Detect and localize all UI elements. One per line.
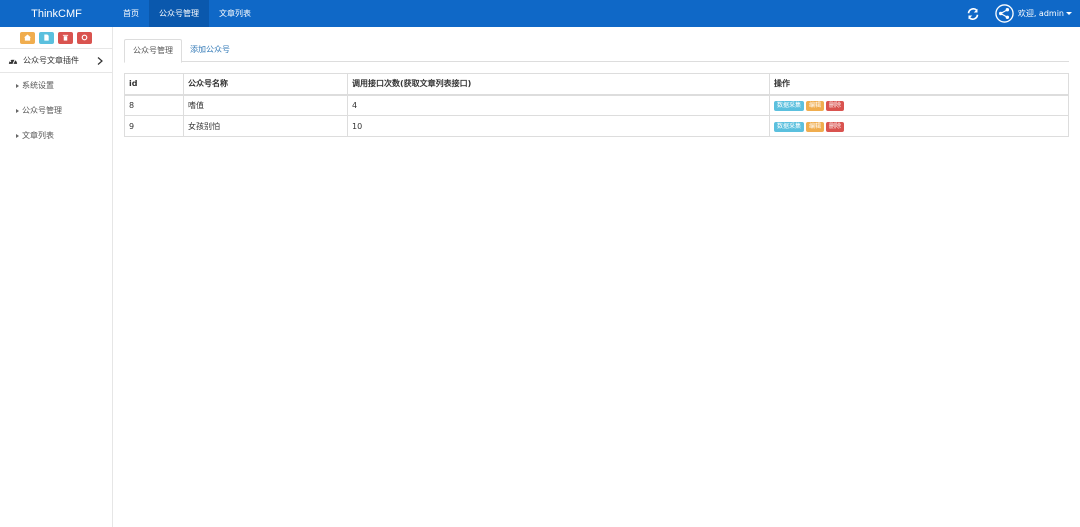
sidebar-item-articles[interactable]: 文章列表 xyxy=(0,123,112,148)
file-icon xyxy=(44,34,49,41)
main-content: 公众号管理 添加公众号 id 公众号名称 调用接口次数(获取文章列表接口) 操作… xyxy=(124,27,1069,137)
nav-item-home[interactable]: 首页 xyxy=(113,0,149,27)
caret-down-icon xyxy=(1066,12,1072,15)
column-header-name: 公众号名称 xyxy=(183,73,348,96)
cell-actions: 数据采集 编辑 删除 xyxy=(769,94,1069,116)
cell-name: 女孩别怕 xyxy=(183,115,348,137)
top-nav: 首页 公众号管理 文章列表 xyxy=(113,0,261,27)
column-header-calls: 调用接口次数(获取文章列表接口) xyxy=(347,73,770,96)
home-icon xyxy=(24,34,31,41)
cell-calls: 4 xyxy=(347,94,770,116)
sidebar-section-plugin[interactable]: 公众号文章插件 xyxy=(0,49,112,73)
sidebar-shortcuts xyxy=(0,27,112,49)
nav-item-article-list[interactable]: 文章列表 xyxy=(209,0,261,27)
caret-right-icon xyxy=(16,133,19,138)
delete-button[interactable]: 删除 xyxy=(826,121,845,132)
table-row: 8 嗜值 4 数据采集 编辑 删除 xyxy=(124,94,1069,116)
sidebar: 公众号文章插件 系统设置 公众号管理 文章列表 xyxy=(0,27,113,527)
chevron-right-icon xyxy=(97,56,103,65)
collect-data-button[interactable]: 数据采集 xyxy=(774,121,805,132)
column-header-id: id xyxy=(124,73,184,96)
cell-calls: 10 xyxy=(347,115,770,137)
sidebar-item-settings[interactable]: 系统设置 xyxy=(0,73,112,98)
caret-right-icon xyxy=(16,83,19,88)
cell-name: 嗜值 xyxy=(183,94,348,116)
tab-account-management[interactable]: 公众号管理 xyxy=(124,39,182,63)
shortcut-recycle-button[interactable] xyxy=(77,31,92,44)
caret-right-icon xyxy=(16,108,19,113)
accounts-table: id 公众号名称 调用接口次数(获取文章列表接口) 操作 8 嗜值 4 数据采集… xyxy=(124,73,1069,137)
user-greeting: 欢迎, admin xyxy=(1017,9,1064,18)
share-icon[interactable] xyxy=(995,4,1014,23)
top-navbar: ThinkCMF 首页 公众号管理 文章列表 欢迎, admin xyxy=(0,0,1080,27)
tab-bar: 公众号管理 添加公众号 xyxy=(124,39,1069,63)
dashboard-icon xyxy=(8,58,18,65)
trash-icon xyxy=(62,34,69,41)
sidebar-item-label: 公众号管理 xyxy=(22,106,62,115)
table-row: 9 女孩别怕 10 数据采集 编辑 删除 xyxy=(124,115,1069,137)
sidebar-section-title: 公众号文章插件 xyxy=(23,56,79,65)
cell-id: 8 xyxy=(124,94,184,116)
column-header-actions: 操作 xyxy=(769,73,1069,96)
cell-actions: 数据采集 编辑 删除 xyxy=(769,115,1069,137)
refresh-icon[interactable] xyxy=(967,7,979,20)
navbar-right: 欢迎, admin xyxy=(967,0,1080,27)
recycle-icon xyxy=(81,34,88,41)
user-menu[interactable]: 欢迎, admin xyxy=(1018,8,1072,19)
nav-item-account-management[interactable]: 公众号管理 xyxy=(149,0,209,27)
collect-data-button[interactable]: 数据采集 xyxy=(774,100,805,111)
table-header-row: id 公众号名称 调用接口次数(获取文章列表接口) 操作 xyxy=(124,73,1069,96)
shortcut-trash-button[interactable] xyxy=(58,31,73,44)
sidebar-item-accounts[interactable]: 公众号管理 xyxy=(0,98,112,123)
shortcut-file-button[interactable] xyxy=(39,31,54,44)
tab-add-account[interactable]: 添加公众号 xyxy=(182,39,238,62)
delete-button[interactable]: 删除 xyxy=(826,100,845,111)
shortcut-home-button[interactable] xyxy=(20,31,35,44)
sidebar-item-label: 系统设置 xyxy=(22,81,54,90)
brand-logo[interactable]: ThinkCMF xyxy=(0,8,113,20)
cell-id: 9 xyxy=(124,115,184,137)
edit-button[interactable]: 编辑 xyxy=(806,121,825,132)
sidebar-item-label: 文章列表 xyxy=(22,131,54,140)
edit-button[interactable]: 编辑 xyxy=(806,100,825,111)
